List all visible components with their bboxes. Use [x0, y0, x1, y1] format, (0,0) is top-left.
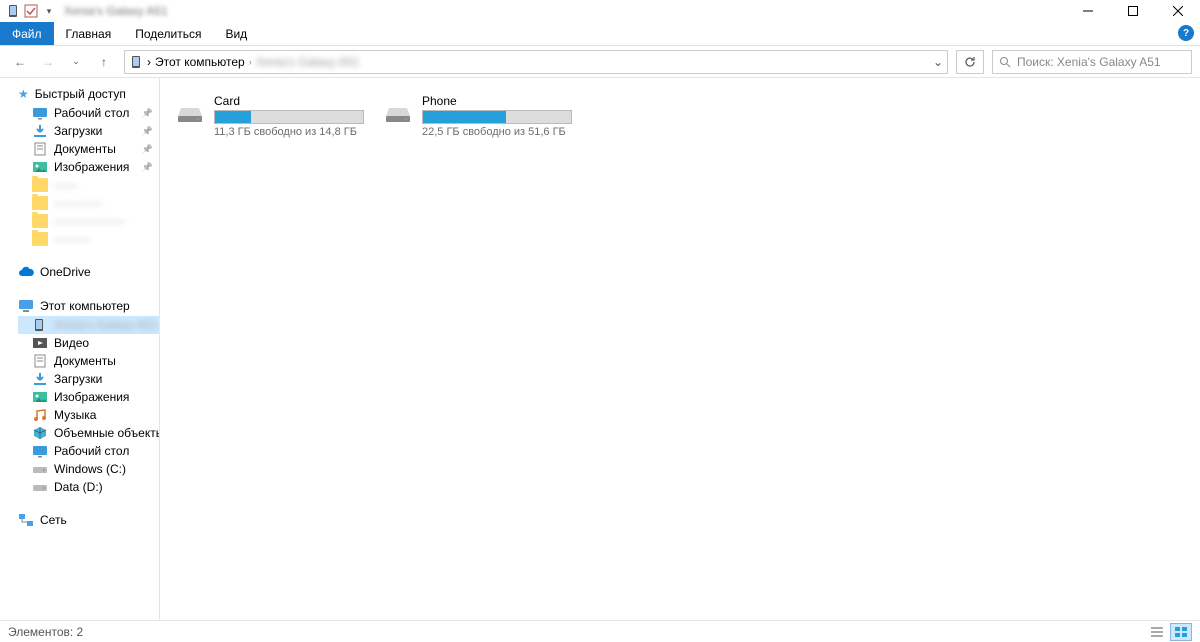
tab-view[interactable]: Вид — [213, 22, 259, 45]
sidebar-item-drive[interactable]: Windows (C:) — [18, 460, 159, 478]
pictures-icon — [32, 160, 48, 174]
sidebar-item-folder[interactable]: —————— — [18, 212, 159, 230]
drive-icon — [32, 462, 48, 476]
drive-usage-bar — [422, 110, 572, 124]
sidebar-item-folder[interactable]: ——— — [18, 230, 159, 248]
desktop-icon — [32, 444, 48, 458]
drive-free-text: 11,3 ГБ свободно из 14,8 ГБ — [214, 126, 366, 138]
chevron-right-icon: › — [147, 55, 151, 69]
desktop-icon — [32, 106, 48, 120]
titlebar: ▾ Xenia's Galaxy A51 — [0, 0, 1200, 22]
drive-icon — [382, 96, 414, 128]
sidebar-item-desktop[interactable]: Рабочий стол — [18, 442, 159, 460]
sidebar-item-folder[interactable]: ———— — [18, 194, 159, 212]
back-button[interactable]: ← — [8, 50, 32, 74]
history-dropdown[interactable]: ⌄ — [64, 50, 88, 74]
pictures-icon — [32, 390, 48, 404]
phone-path-icon — [129, 55, 143, 69]
refresh-button[interactable] — [956, 50, 984, 74]
sidebar-item-documents[interactable]: Документы — [18, 352, 159, 370]
drive-tile-card[interactable]: Card 11,3 ГБ свободно из 14,8 ГБ — [170, 90, 370, 142]
content-pane[interactable]: Card 11,3 ГБ свободно из 14,8 ГБ Phone 22,5… — [160, 78, 1200, 620]
help-button[interactable]: ? — [1178, 25, 1194, 41]
maximize-button[interactable] — [1110, 0, 1155, 22]
minimize-button[interactable] — [1065, 0, 1110, 22]
status-bar: Элементов: 2 — [0, 620, 1200, 642]
folder-icon — [32, 232, 48, 246]
documents-icon — [32, 354, 48, 368]
status-item-count: Элементов: 2 — [8, 625, 83, 639]
tab-file[interactable]: Файл — [0, 22, 54, 45]
downloads-icon — [32, 372, 48, 386]
search-icon — [999, 56, 1011, 68]
sidebar-item-music[interactable]: Музыка — [18, 406, 159, 424]
drive-free-text: 22,5 ГБ свободно из 51,6 ГБ — [422, 126, 574, 138]
sidebar-item-drive[interactable]: Data (D:) — [18, 478, 159, 496]
drive-usage-bar — [214, 110, 364, 124]
breadcrumb-root[interactable]: Этот компьютер› — [155, 55, 252, 69]
drive-name: Card — [214, 94, 366, 108]
navigation-sidebar: ★ Быстрый доступ Рабочий столЗагрузкиДок… — [0, 78, 160, 620]
address-bar[interactable]: › Этот компьютер› Xenia's Galaxy A51 ⌄ — [124, 50, 948, 74]
sidebar-quick-access[interactable]: ★ Быстрый доступ — [18, 84, 159, 104]
forward-button[interactable]: → — [36, 50, 60, 74]
sidebar-item-downloads[interactable]: Загрузки — [18, 370, 159, 388]
folder-icon — [32, 178, 48, 192]
ribbon-tabs: Файл Главная Поделиться Вид ? — [0, 22, 1200, 46]
sidebar-item-downloads[interactable]: Загрузки — [18, 122, 159, 140]
cloud-icon — [18, 266, 34, 278]
sidebar-item-pictures[interactable]: Изображения — [18, 388, 159, 406]
drive-tile-phone[interactable]: Phone 22,5 ГБ свободно из 51,6 ГБ — [378, 90, 578, 142]
video-icon — [32, 336, 48, 350]
drive-name: Phone — [422, 94, 574, 108]
tab-share[interactable]: Поделиться — [123, 22, 213, 45]
sidebar-item-documents[interactable]: Документы — [18, 140, 159, 158]
objects3d-icon — [32, 426, 48, 440]
address-bar-row: ← → ⌄ ↑ › Этот компьютер› Xenia's Galaxy… — [0, 46, 1200, 78]
folder-icon — [32, 196, 48, 210]
drive-icon — [174, 96, 206, 128]
star-icon: ★ — [18, 87, 29, 101]
view-tiles-button[interactable] — [1170, 623, 1192, 641]
close-button[interactable] — [1155, 0, 1200, 22]
sidebar-item-pictures[interactable]: Изображения — [18, 158, 159, 176]
window-title: Xenia's Galaxy A51 — [64, 4, 168, 18]
network-icon — [18, 513, 34, 527]
drive-icon — [32, 480, 48, 494]
music-icon — [32, 408, 48, 422]
app-icon — [4, 2, 22, 20]
sidebar-item-phone[interactable]: Xenia's Galaxy A51 — [18, 316, 159, 334]
sidebar-item-folder[interactable]: —— — [18, 176, 159, 194]
breadcrumb-current[interactable]: Xenia's Galaxy A51 — [256, 55, 360, 69]
search-input[interactable]: Поиск: Xenia's Galaxy A51 — [992, 50, 1192, 74]
pc-icon — [18, 299, 34, 313]
qat-save-icon[interactable] — [22, 2, 40, 20]
address-dropdown-icon[interactable]: ⌄ — [933, 55, 943, 69]
folder-icon — [32, 214, 48, 228]
qat-dropdown-icon[interactable]: ▾ — [40, 2, 58, 20]
phone-icon — [32, 318, 48, 332]
sidebar-item-objects3d[interactable]: Объемные объекты — [18, 424, 159, 442]
sidebar-onedrive[interactable]: OneDrive — [18, 262, 159, 282]
sidebar-item-video[interactable]: Видео — [18, 334, 159, 352]
downloads-icon — [32, 124, 48, 138]
tab-home[interactable]: Главная — [54, 22, 124, 45]
sidebar-network[interactable]: Сеть — [18, 510, 159, 530]
search-placeholder: Поиск: Xenia's Galaxy A51 — [1017, 55, 1161, 69]
sidebar-this-pc[interactable]: Этот компьютер — [18, 296, 159, 316]
view-details-button[interactable] — [1146, 623, 1168, 641]
up-button[interactable]: ↑ — [92, 50, 116, 74]
documents-icon — [32, 142, 48, 156]
sidebar-item-desktop[interactable]: Рабочий стол — [18, 104, 159, 122]
